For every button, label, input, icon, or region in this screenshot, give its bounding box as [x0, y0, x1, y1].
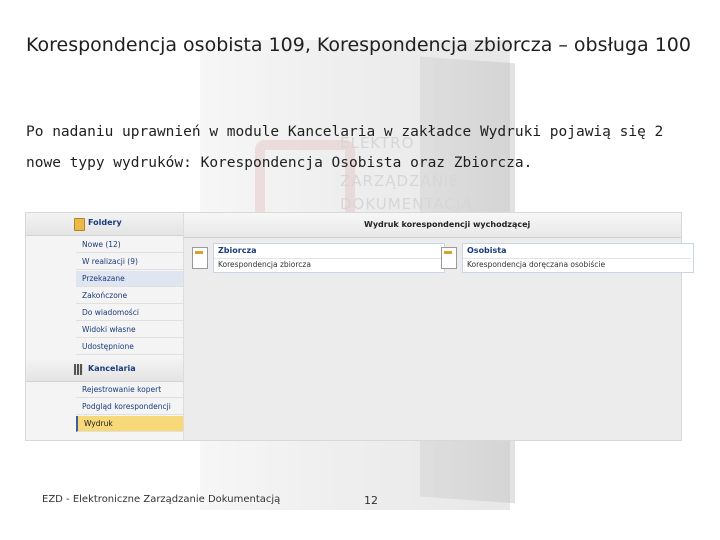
- footer-text: EZD - Elektroniczne Zarządzanie Dokument…: [42, 494, 281, 505]
- document-icon: [441, 247, 457, 269]
- card-title: Zbiorcza: [218, 246, 257, 255]
- sidebar-item-do-wiadomosci[interactable]: Do wiadomości: [76, 305, 183, 321]
- card-subtitle: Korespondencja doręczana osobiście: [463, 258, 691, 270]
- slide-title: Korespondencja osobista 109, Koresponden…: [26, 34, 691, 56]
- sidebar-item-zakonczone[interactable]: Zakończone: [76, 288, 183, 304]
- background-word: DOKUMENTACJĄ: [340, 195, 473, 213]
- kancelaria-header-label: Kancelaria: [88, 364, 136, 373]
- folder-icon: [74, 218, 85, 231]
- main-header: Wydruk korespondencji wychodzącej: [184, 213, 681, 238]
- page-number: 12: [364, 494, 378, 507]
- slide-body: Po nadaniu uprawnień w module Kancelaria…: [26, 124, 664, 171]
- folders-header-label: Foldery: [88, 218, 122, 227]
- app-screenshot: Foldery Nowe (12) W realizacji (9) Przek…: [25, 212, 694, 441]
- card-subtitle: Korespondencja zbiorcza: [214, 258, 442, 270]
- sidebar-item-w-realizacji[interactable]: W realizacji (9): [76, 254, 183, 270]
- sidebar-item-wydruk[interactable]: Wydruk: [76, 416, 183, 432]
- books-icon: [74, 364, 83, 375]
- print-card-zbiorcza[interactable]: Zbiorcza Korespondencja zbiorcza: [192, 243, 445, 273]
- sidebar-item-podglad-korespondencji[interactable]: Podgląd korespondencji: [76, 399, 183, 415]
- main-title: Wydruk korespondencji wychodzącej: [364, 220, 531, 229]
- sidebar-item-widoki-wlasne[interactable]: Widoki własne: [76, 322, 183, 338]
- document-icon: [192, 247, 208, 269]
- kancelaria-header[interactable]: Kancelaria: [26, 359, 183, 382]
- folders-header[interactable]: Foldery: [26, 213, 183, 236]
- print-card-osobista[interactable]: Osobista Korespondencja doręczana osobiś…: [441, 243, 694, 273]
- sidebar-item-nowe[interactable]: Nowe (12): [76, 237, 183, 253]
- sidebar: Foldery Nowe (12) W realizacji (9) Przek…: [26, 213, 184, 440]
- sidebar-item-rejestrowanie-kopert[interactable]: Rejestrowanie kopert: [76, 382, 183, 398]
- sidebar-item-udostepnione[interactable]: Udostępnione: [76, 339, 183, 355]
- sidebar-item-przekazane[interactable]: Przekazane: [76, 271, 183, 287]
- card-title: Osobista: [467, 246, 507, 255]
